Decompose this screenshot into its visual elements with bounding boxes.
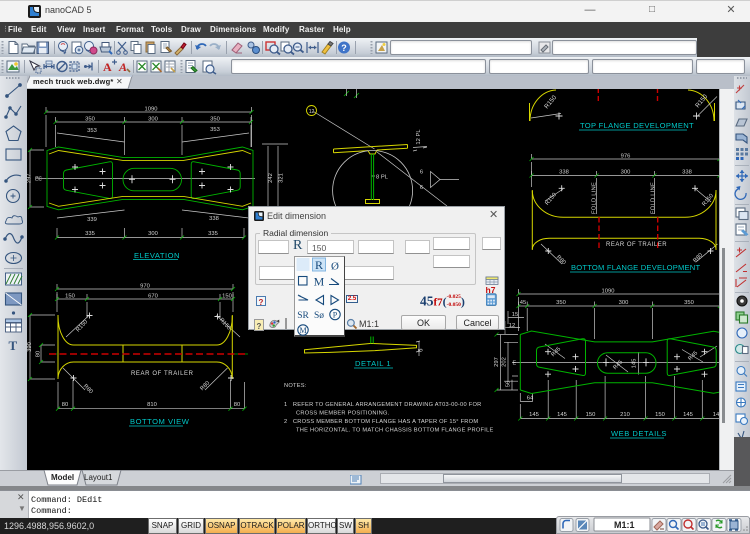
svg-text:12: 12 bbox=[309, 109, 315, 115]
svg-text:80: 80 bbox=[234, 402, 240, 408]
svg-text:202: 202 bbox=[502, 357, 508, 367]
svg-text:R150: R150 bbox=[75, 319, 89, 333]
svg-text:BOTTOM VIEW: BOTTOM VIEW bbox=[130, 417, 190, 426]
svg-text:8 PL: 8 PL bbox=[376, 175, 389, 181]
svg-text:P: P bbox=[333, 311, 338, 320]
svg-text:353: 353 bbox=[87, 128, 97, 134]
svg-text:FOLD LINE: FOLD LINE bbox=[592, 182, 598, 214]
svg-text:R150: R150 bbox=[544, 192, 558, 206]
svg-text:E: E bbox=[513, 361, 517, 367]
svg-text:12: 12 bbox=[509, 323, 515, 329]
svg-text:335: 335 bbox=[85, 231, 95, 237]
svg-text:150: 150 bbox=[222, 294, 232, 300]
svg-text:390: 390 bbox=[27, 342, 33, 352]
svg-text:FOLD LINE: FOLD LINE bbox=[651, 182, 657, 214]
svg-text:SR: SR bbox=[297, 311, 309, 321]
svg-text:297: 297 bbox=[494, 357, 500, 367]
svg-text:300: 300 bbox=[148, 231, 158, 237]
svg-text:WEB DETAILS: WEB DETAILS bbox=[611, 429, 667, 438]
svg-text:TOP FLANGE DEVELOPMENT: TOP FLANGE DEVELOPMENT bbox=[580, 121, 694, 130]
svg-text:R150: R150 bbox=[543, 94, 558, 110]
svg-text:145: 145 bbox=[683, 412, 693, 418]
svg-text:353: 353 bbox=[210, 127, 220, 133]
svg-text:1090: 1090 bbox=[602, 289, 615, 295]
svg-text:ELEVATION: ELEVATION bbox=[134, 251, 180, 260]
svg-text:R: R bbox=[315, 258, 323, 272]
svg-text:350: 350 bbox=[556, 300, 566, 306]
svg-text:150: 150 bbox=[586, 412, 596, 418]
svg-text:M: M bbox=[299, 326, 306, 335]
svg-text:56: 56 bbox=[506, 381, 512, 387]
svg-text:150: 150 bbox=[655, 412, 665, 418]
svg-text:338: 338 bbox=[682, 170, 692, 176]
svg-text:80: 80 bbox=[62, 402, 68, 408]
svg-text:6: 6 bbox=[420, 185, 423, 191]
svg-text:350: 350 bbox=[85, 117, 95, 123]
svg-text:810: 810 bbox=[147, 402, 157, 408]
svg-text:670: 670 bbox=[148, 294, 158, 300]
svg-text:145: 145 bbox=[632, 359, 638, 369]
svg-text:M: M bbox=[314, 275, 325, 289]
svg-text:A: A bbox=[103, 60, 112, 74]
svg-text:300: 300 bbox=[621, 170, 631, 176]
svg-text:12 PL: 12 PL bbox=[416, 129, 422, 145]
svg-text:R80: R80 bbox=[82, 383, 94, 395]
svg-text:338: 338 bbox=[209, 216, 219, 222]
svg-text:T: T bbox=[9, 338, 18, 353]
svg-text:CROSS MEMBER POSITIONING.: CROSS MEMBER POSITIONING. bbox=[296, 411, 390, 417]
svg-text:2 CROSS MEMBER BOTTOM FLANGE: 2 CROSS MEMBER BOTTOM FLANGE HAS A TAPER… bbox=[284, 419, 478, 425]
svg-text:6: 6 bbox=[418, 348, 425, 352]
svg-text:R80: R80 bbox=[199, 380, 211, 392]
svg-text:1090: 1090 bbox=[145, 107, 158, 113]
svg-text:64: 64 bbox=[527, 396, 534, 402]
svg-text:80: 80 bbox=[36, 351, 42, 357]
svg-text:970: 970 bbox=[140, 284, 150, 290]
svg-text:Ø: Ø bbox=[331, 261, 339, 273]
svg-text:NOTES:: NOTES: bbox=[284, 383, 307, 389]
svg-text:REAR OF TRAILER: REAR OF TRAILER bbox=[131, 371, 194, 377]
svg-text:DETAIL 1: DETAIL 1 bbox=[355, 359, 391, 368]
svg-text:M1:1: M1:1 bbox=[614, 520, 635, 530]
svg-text:300: 300 bbox=[619, 300, 629, 306]
svg-text:242: 242 bbox=[268, 173, 274, 183]
svg-text:335: 335 bbox=[208, 231, 218, 237]
svg-text:A: A bbox=[118, 60, 127, 74]
svg-text:R80: R80 bbox=[555, 254, 567, 266]
svg-text:R150: R150 bbox=[218, 317, 232, 331]
svg-text:REAR OF TRAILER: REAR OF TRAILER bbox=[606, 242, 667, 248]
svg-text:THE HORIZONTAL. TO MATCH CHASS: THE HORIZONTAL. TO MATCH CHASSIS BOTTOM … bbox=[296, 428, 494, 434]
svg-text:297: 297 bbox=[27, 174, 33, 184]
svg-text:Sø: Sø bbox=[314, 311, 324, 321]
svg-text:350: 350 bbox=[684, 300, 694, 306]
svg-text:?: ? bbox=[341, 43, 347, 53]
svg-text:976: 976 bbox=[621, 154, 631, 160]
svg-text:R45: R45 bbox=[687, 350, 699, 362]
svg-text:339: 339 bbox=[87, 217, 97, 223]
svg-text:150: 150 bbox=[65, 294, 75, 300]
svg-text:321: 321 bbox=[279, 173, 285, 183]
svg-text:210: 210 bbox=[620, 412, 630, 418]
svg-text:45: 45 bbox=[520, 300, 526, 306]
svg-text:145: 145 bbox=[529, 412, 539, 418]
svg-text:338: 338 bbox=[559, 170, 569, 176]
svg-text:BOTTOM FLANGE DEVELOPMENT: BOTTOM FLANGE DEVELOPMENT bbox=[571, 263, 700, 272]
svg-text:145: 145 bbox=[557, 412, 567, 418]
svg-text:6: 6 bbox=[420, 170, 423, 176]
svg-text:1 REFER TO GENERAL ARRANGEME: 1 REFER TO GENERAL ARRANGEMENT DRAWING A… bbox=[284, 402, 481, 408]
svg-text:R45: R45 bbox=[550, 346, 562, 358]
svg-text:300: 300 bbox=[148, 117, 158, 123]
svg-text:E: E bbox=[35, 177, 39, 183]
svg-text:350: 350 bbox=[210, 117, 220, 123]
svg-text:15: 15 bbox=[512, 312, 518, 318]
